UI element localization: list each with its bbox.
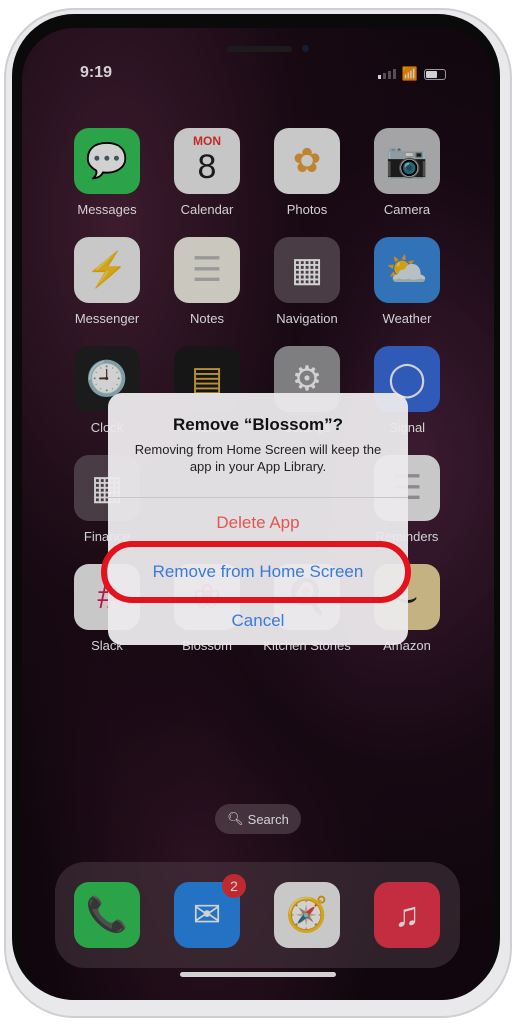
home-screen: 9:19 📶 💬 Messages MON 8 Calendar ✿ Photos 📷 Came… [22, 28, 494, 1000]
remove-app-alert: Remove “Blossom”? Removing from Home Scr… [108, 393, 408, 645]
cancel-button[interactable]: Cancel [108, 596, 408, 645]
alert-message: Removing from Home Screen will keep the … [134, 442, 382, 474]
highlight-annotation [101, 541, 411, 603]
alert-title: Remove “Blossom”? [172, 415, 344, 434]
delete-app-button[interactable]: Delete App [108, 498, 408, 547]
